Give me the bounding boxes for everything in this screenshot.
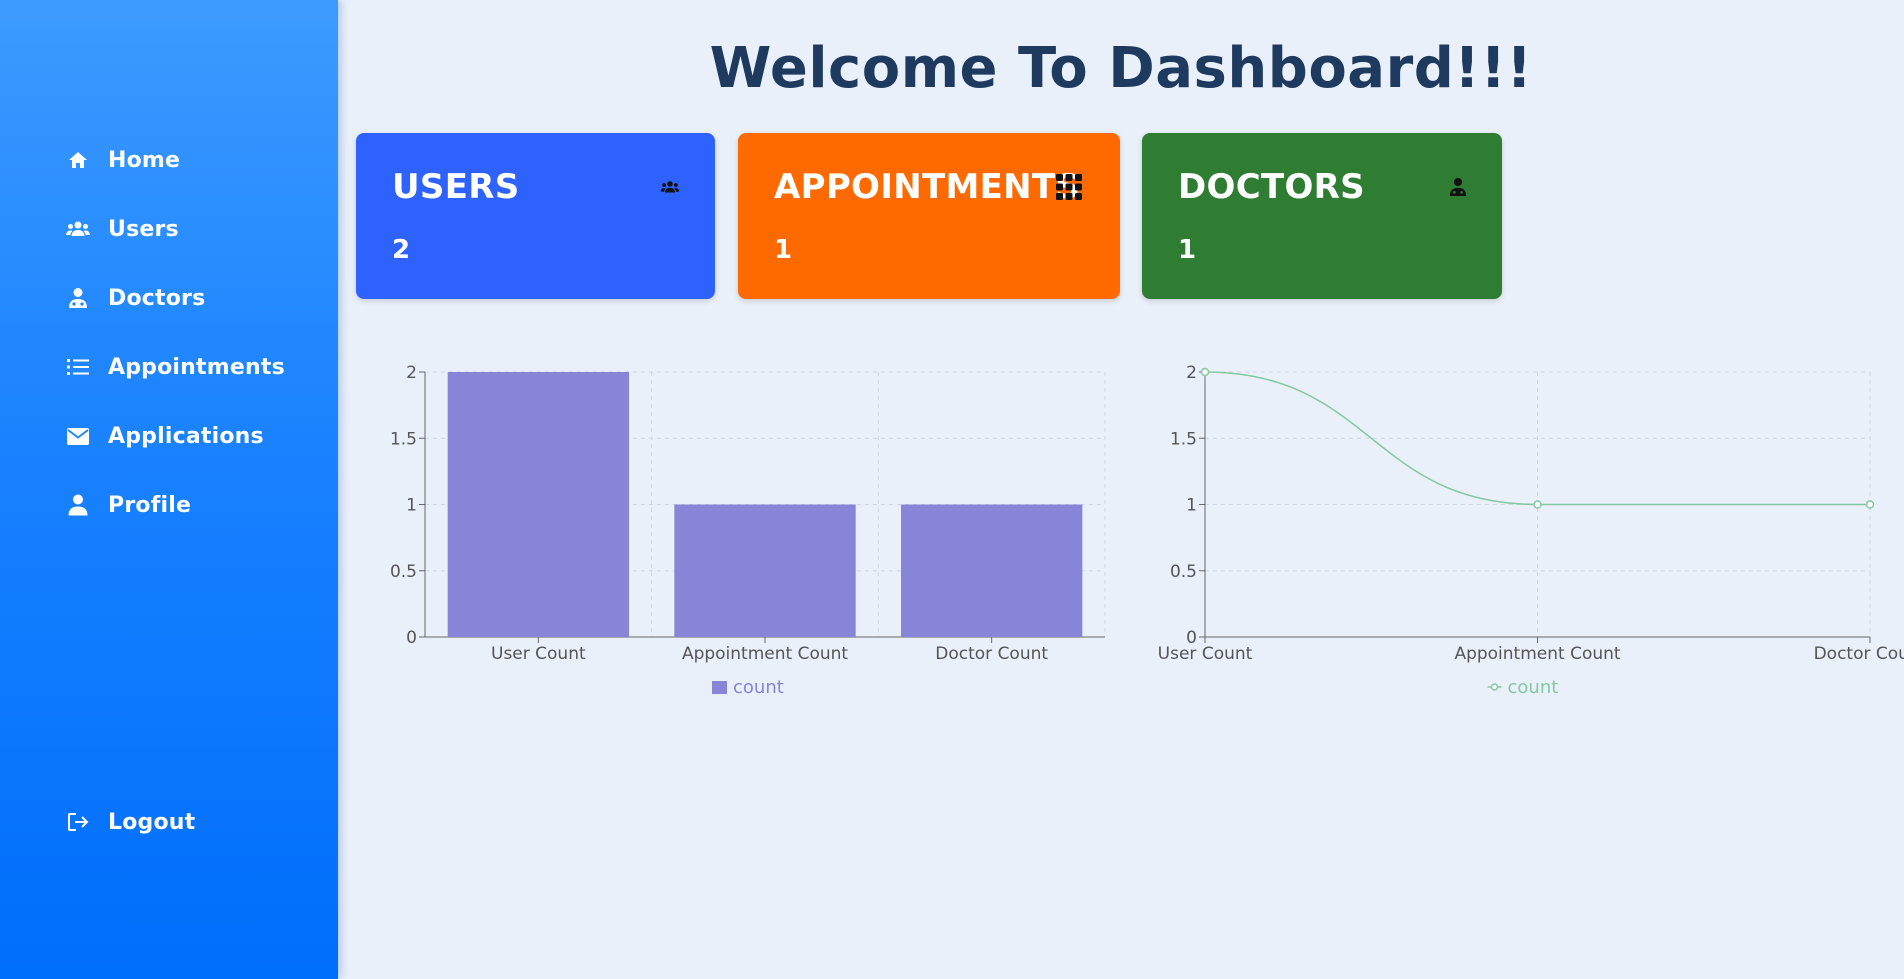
card-title: DOCTORS bbox=[1178, 167, 1365, 207]
stat-card-users: USERS 2 bbox=[356, 133, 715, 299]
user-icon bbox=[66, 493, 90, 517]
page-title: Welcome To Dashboard!!! bbox=[709, 36, 1533, 101]
sidebar-item-users[interactable]: Users bbox=[66, 209, 326, 249]
bar-chart: 0 0.5 1 1.5 2 User Count Appointment Count Doct… bbox=[390, 363, 1106, 698]
chart-legend: count bbox=[1487, 677, 1559, 698]
card-value: 1 bbox=[1178, 235, 1197, 265]
x-tick-label: Appointment Count bbox=[682, 644, 848, 664]
legend-swatch bbox=[712, 681, 727, 694]
x-tick-label: Doctor Count bbox=[935, 644, 1048, 664]
bar bbox=[674, 504, 856, 637]
users-icon bbox=[66, 217, 90, 241]
y-tick-label: 1.5 bbox=[1170, 429, 1197, 449]
line-chart: 00.511.52User Count Appointment Count Doct… bbox=[1158, 363, 1904, 698]
y-tick-label: 0.5 bbox=[1170, 562, 1197, 582]
legend-label: count bbox=[1508, 677, 1559, 698]
users-icon bbox=[659, 176, 681, 198]
sidebar-item-label: Applications bbox=[108, 423, 264, 449]
x-tick-label: User Count bbox=[1158, 644, 1253, 664]
sidebar-item-label: Users bbox=[108, 216, 179, 242]
sidebar-item-label: Doctors bbox=[108, 285, 206, 311]
list-icon bbox=[66, 355, 90, 379]
stat-card-appointments: APPOINTMENTS 1 bbox=[738, 133, 1120, 299]
x-tick-label: Appointment Count bbox=[1454, 644, 1620, 664]
doctor-icon bbox=[66, 286, 90, 310]
legend-swatch-point bbox=[1490, 683, 1499, 691]
sidebar-item-appointments[interactable]: Appointments bbox=[66, 347, 326, 387]
sidebar-item-home[interactable]: Home bbox=[66, 140, 326, 180]
sidebar-item-applications[interactable]: Applications bbox=[66, 416, 326, 456]
envelope-icon bbox=[66, 424, 90, 448]
y-tick-label: 1 bbox=[1186, 496, 1197, 516]
home-icon bbox=[66, 148, 90, 172]
y-tick-label: 2 bbox=[406, 363, 417, 383]
data-point bbox=[1865, 500, 1875, 509]
chart-legend: count bbox=[712, 677, 784, 698]
y-tick-label: 2 bbox=[1186, 363, 1197, 383]
y-tick-label: 1.5 bbox=[390, 429, 417, 449]
logout-button[interactable]: Logout bbox=[66, 802, 326, 842]
sidebar-item-label: Home bbox=[108, 147, 181, 173]
y-tick-label: 1 bbox=[406, 496, 417, 516]
logout-icon bbox=[66, 810, 90, 834]
legend-label: count bbox=[733, 677, 784, 698]
doctor-icon bbox=[1447, 176, 1469, 198]
sidebar-item-label: Appointments bbox=[108, 354, 285, 380]
card-title: USERS bbox=[392, 167, 520, 207]
bar bbox=[901, 504, 1083, 637]
card-value: 2 bbox=[392, 235, 411, 265]
data-point bbox=[1533, 500, 1542, 509]
x-tick-label: User Count bbox=[491, 644, 586, 664]
bar bbox=[447, 372, 629, 637]
y-tick-label: 0 bbox=[406, 628, 417, 648]
dashboard-app: Home Users Doctors Appointments Applicat… bbox=[0, 0, 1904, 979]
data-point bbox=[1200, 367, 1210, 377]
y-tick-label: 0.5 bbox=[390, 562, 417, 582]
sidebar: Home Users Doctors Appointments Applicat… bbox=[0, 0, 338, 979]
stat-card-doctors: DOCTORS 1 bbox=[1142, 133, 1502, 299]
sidebar-item-doctors[interactable]: Doctors bbox=[66, 278, 326, 318]
card-title: APPOINTMENTS bbox=[774, 167, 1081, 207]
card-value: 1 bbox=[774, 235, 793, 265]
sidebar-item-profile[interactable]: Profile bbox=[66, 485, 326, 525]
logout-label: Logout bbox=[108, 809, 196, 835]
x-tick-label: Doctor Count bbox=[1814, 644, 1904, 664]
sidebar-item-label: Profile bbox=[108, 492, 192, 518]
grid-icon bbox=[1056, 174, 1082, 200]
